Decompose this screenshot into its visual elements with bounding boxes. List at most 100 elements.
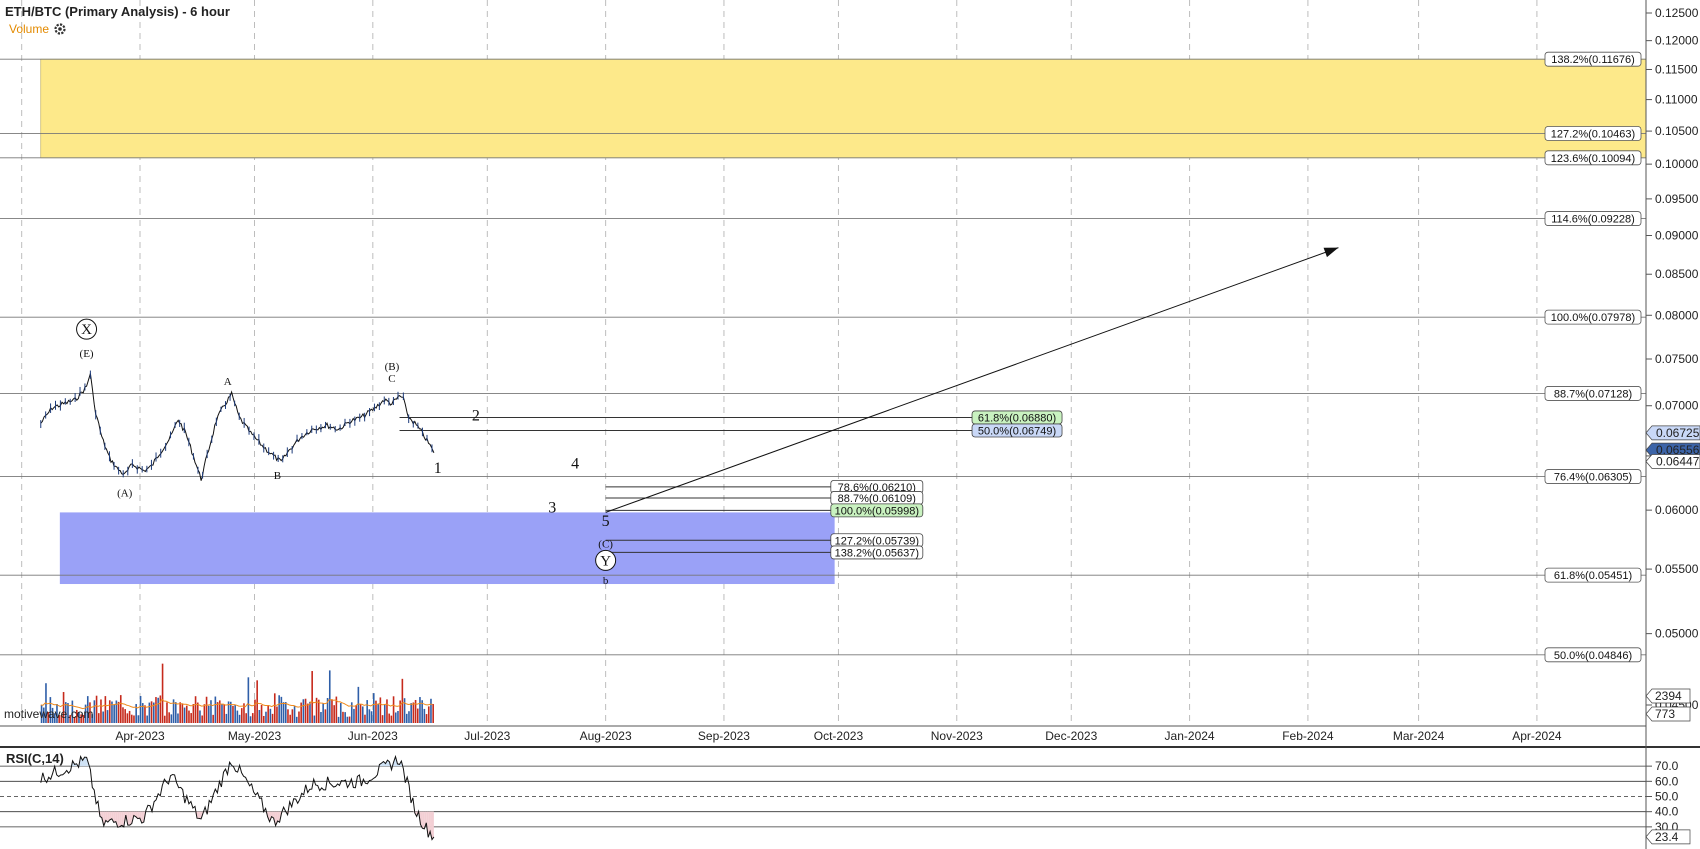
volume-bar [403, 698, 406, 723]
volume-bar [344, 712, 346, 723]
volume-bar [240, 708, 243, 723]
x-tick-label: Jun-2023 [348, 729, 398, 743]
volume-bar [412, 702, 415, 723]
volume-bar [306, 703, 309, 723]
volume-bar [221, 704, 223, 723]
volume-bar [397, 710, 399, 723]
volume-bar [295, 716, 298, 723]
rsi-pane[interactable]: RSI(C,14) 70.060.050.040.030.023.4 [0, 746, 1700, 849]
rsi-tick-label: 70.0 [1655, 759, 1679, 773]
wave-label: X [81, 322, 92, 338]
volume-tag-label: 2394 [1655, 689, 1682, 703]
volume-bar [355, 705, 357, 723]
volume-bar [201, 715, 203, 723]
volume-bar [225, 713, 228, 723]
volume-bar [260, 705, 263, 723]
volume-bar [258, 710, 261, 723]
volume-bar [256, 680, 258, 723]
volume-bar [304, 698, 307, 723]
y-tick-label: 0.05000 [1655, 627, 1699, 641]
volume-bar [139, 696, 142, 723]
volume-bar [386, 699, 388, 723]
wave-label: (E) [80, 348, 94, 360]
y-tick-label: 0.07500 [1655, 352, 1699, 366]
volume-bar [408, 711, 410, 723]
volume-bar [291, 709, 294, 723]
volume-bar [366, 700, 368, 723]
volume-bar [298, 711, 300, 723]
rsi-oversold-fill [422, 811, 425, 829]
lower-support-zone [59, 512, 835, 585]
rsi-overbought-fill [84, 757, 87, 767]
x-tick-label: Jan-2024 [1165, 729, 1215, 743]
volume-bar [128, 710, 131, 723]
volume-bar [159, 695, 162, 723]
fib-label: 61.8%(0.06880) [978, 412, 1056, 424]
volume-bar [223, 704, 225, 723]
volume-bar [342, 711, 344, 723]
volume-bar [379, 697, 382, 723]
volume-bar [416, 708, 419, 723]
wave-label: 4 [571, 456, 579, 473]
x-tick-label: Dec-2023 [1045, 729, 1097, 743]
x-tick-label: Apr-2023 [115, 729, 165, 743]
volume-bar [119, 695, 122, 723]
volume-bar [361, 706, 364, 723]
price-chart[interactable]: 138.2%(0.11676) 127.2%(0.10463) 123.6%(0.1… [0, 0, 1700, 746]
fib-label: 138.2%(0.05637) [835, 547, 919, 559]
volume-bar [419, 697, 421, 723]
rsi-oversold-fill [117, 811, 120, 828]
volume-bar [192, 703, 195, 723]
volume-bar [185, 705, 188, 723]
fib-label: 50.0%(0.04846) [1554, 650, 1632, 662]
x-tick-label: Feb-2024 [1282, 729, 1334, 743]
volume-bar [170, 714, 173, 723]
volume-bar [166, 702, 168, 723]
upper-target-zone [40, 58, 1647, 159]
volume-bar [333, 705, 335, 723]
volume-bar [410, 703, 412, 723]
y-tick-label: 0.10500 [1655, 124, 1699, 138]
volume-bar [346, 716, 349, 723]
volume-bar [190, 713, 192, 723]
volume-bar [405, 713, 408, 723]
volume-bar [216, 702, 219, 723]
volume-bar [144, 705, 146, 723]
volume-bar [322, 703, 324, 723]
rsi-label: RSI(C,14) [6, 751, 64, 766]
price-tags: 0.067250.065560.06447 [1645, 425, 1700, 469]
volume-bar [287, 709, 289, 723]
fib-label: 76.4%(0.06305) [1554, 472, 1632, 484]
volume-bar [179, 702, 181, 723]
volume-bar [203, 704, 206, 723]
volume-label: Volume [9, 22, 49, 36]
wave-label: b [603, 575, 609, 587]
rsi-tick-label: 60.0 [1655, 774, 1679, 788]
fib-label: 61.8%(0.05451) [1554, 570, 1632, 582]
volume-bar [236, 710, 239, 723]
wave-label: 3 [548, 499, 556, 516]
volume-bar [427, 706, 430, 723]
x-tick-label: Jul-2023 [464, 729, 510, 743]
volume-bar [133, 715, 135, 723]
volume-bar [372, 693, 375, 723]
y-tick-label: 0.12000 [1655, 34, 1699, 48]
volume-bar [122, 707, 124, 723]
fib-label: 138.2%(0.11676) [1551, 54, 1635, 66]
volume-bar [423, 708, 426, 723]
x-tick-label: Oct-2023 [814, 729, 864, 743]
volume-bar [183, 707, 186, 723]
volume-bar [390, 715, 393, 723]
wave-label: 1 [434, 460, 442, 477]
y-tick-label: 0.05500 [1655, 562, 1699, 576]
volume-bar [181, 703, 184, 723]
volume-bar [302, 699, 305, 723]
volume-bar [247, 677, 250, 723]
rsi-oversold-fill [119, 811, 122, 827]
volume-bar [126, 713, 129, 723]
volume-bar [97, 713, 100, 723]
volume-bar [368, 709, 371, 723]
volume-bar [300, 702, 302, 723]
volume-bar [280, 696, 283, 723]
volume-bar [163, 715, 166, 723]
